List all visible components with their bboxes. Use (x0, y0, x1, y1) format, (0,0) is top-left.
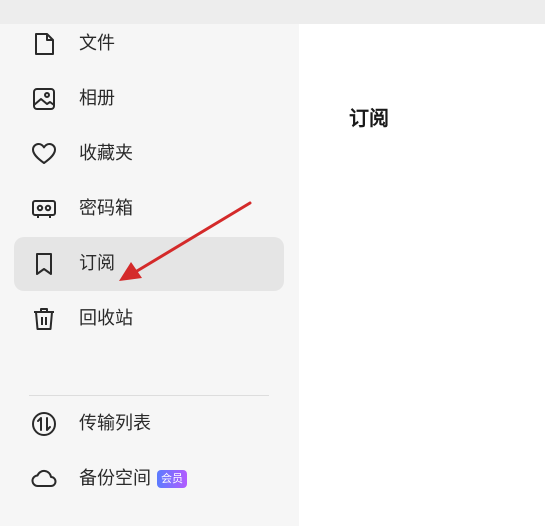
vip-badge: 会员 (157, 470, 187, 488)
sidebar-item-subscriptions[interactable]: 订阅 (14, 237, 284, 291)
sidebar-item-label: 收藏夹 (79, 143, 133, 164)
sidebar-item-label: 相册 (79, 88, 115, 109)
sidebar-item-photos[interactable]: 相册 (14, 72, 284, 126)
heart-icon (30, 140, 58, 168)
main-content: 订阅 (299, 24, 545, 526)
cloud-icon (30, 465, 58, 493)
sidebar-item-files[interactable]: 文件 (14, 17, 284, 71)
sidebar-item-safe-box[interactable]: 密码箱 (14, 182, 284, 236)
page-title: 订阅 (349, 106, 389, 130)
sidebar-item-label: 备份空间 (79, 468, 151, 489)
photo-album-icon (30, 85, 58, 113)
sidebar-item-label: 回收站 (79, 308, 133, 329)
sidebar-divider (29, 395, 269, 396)
sidebar-item-favorites[interactable]: 收藏夹 (14, 127, 284, 181)
sidebar-item-transfer-list[interactable]: 传输列表 (14, 397, 284, 451)
file-icon (30, 30, 58, 58)
sidebar-item-label: 密码箱 (79, 198, 133, 219)
sidebar-item-backup-space[interactable]: 备份空间 会员 (14, 452, 284, 506)
bookmark-icon (30, 250, 58, 278)
safe-box-icon (30, 195, 58, 223)
sidebar-item-label: 传输列表 (79, 413, 151, 434)
sidebar-item-label-wrap: 备份空间 会员 (79, 468, 187, 490)
sidebar-item-label: 订阅 (79, 253, 115, 274)
sidebar-item-recycle-bin[interactable]: 回收站 (14, 292, 284, 346)
sidebar-item-label: 文件 (79, 33, 115, 54)
trash-icon (30, 305, 58, 333)
transfer-icon (30, 410, 58, 438)
